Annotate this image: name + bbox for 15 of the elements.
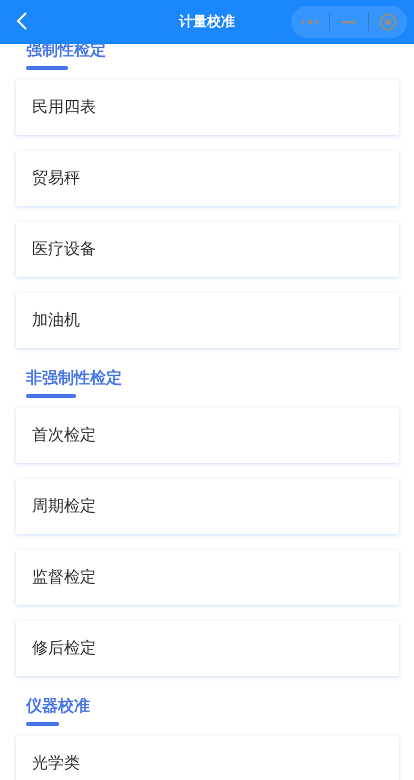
- list-item[interactable]: 贸易秤: [16, 151, 399, 206]
- list-item[interactable]: 医疗设备: [16, 222, 399, 277]
- section-title: 非强制性检定: [26, 368, 122, 388]
- list-item[interactable]: 修后检定: [16, 621, 399, 676]
- list-item[interactable]: 首次检定: [16, 408, 399, 463]
- title-underline: [26, 722, 60, 726]
- title-underline: [26, 394, 76, 398]
- section-title: 仪器校准: [26, 696, 90, 716]
- page-title: 计量校准: [179, 13, 235, 31]
- list-item[interactable]: 光学类: [16, 736, 399, 780]
- list-item[interactable]: 监督检定: [16, 550, 399, 605]
- list-item[interactable]: 周期检定: [16, 479, 399, 534]
- list-item[interactable]: 加油机: [16, 293, 399, 348]
- title-underline: [26, 66, 68, 70]
- list-item[interactable]: 民用四表: [16, 80, 399, 135]
